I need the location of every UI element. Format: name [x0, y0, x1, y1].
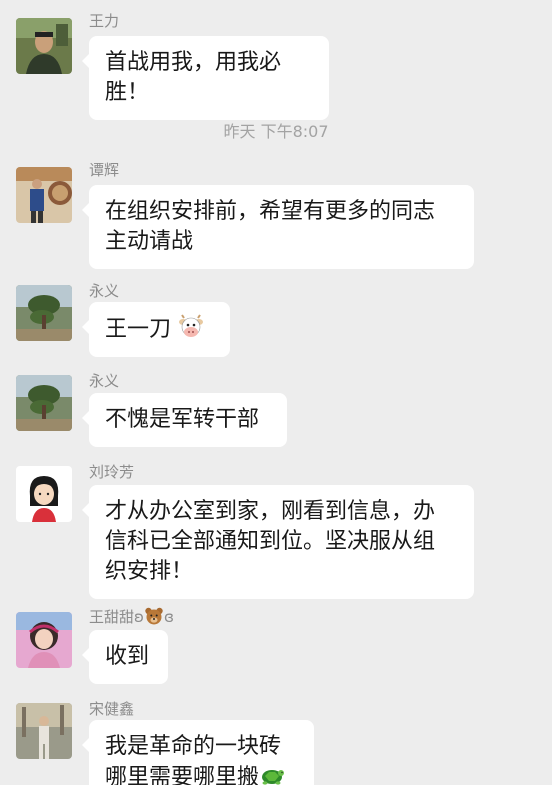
message-text: 哪里需要哪里搬	[105, 765, 260, 785]
sender-name-deco: ʚ	[134, 608, 144, 626]
timestamp: 昨天 下午8:07	[223, 122, 329, 141]
message-text: 织安排！	[105, 559, 194, 584]
message-text: 王一刀	[105, 317, 172, 342]
message-text: 首战用我，用我必胜！	[105, 50, 282, 105]
avatar[interactable]	[16, 612, 72, 668]
avatar[interactable]	[16, 703, 72, 759]
message-bubble[interactable]: 才从办公室到家，刚看到信息，办 信科已全部通知到位。坚决服从组 织安排！	[82, 485, 474, 599]
avatar[interactable]	[16, 167, 72, 223]
chat-window: 王力 首战用我，用我必胜！ 昨天 下午8:07 谭辉 在组织安排前，希望有更多的…	[0, 0, 552, 785]
sender-name-deco: ɞ	[163, 608, 174, 626]
message-text: 主动请战	[105, 229, 194, 254]
message-text: 收到	[105, 644, 150, 669]
sender-name: 王甜甜ʚ ɞ	[89, 606, 174, 626]
avatar[interactable]	[16, 375, 72, 431]
message-text: 才从办公室到家，刚看到信息，办	[105, 499, 436, 524]
message-bubble[interactable]: 收到	[82, 630, 168, 684]
sender-name-text: 王甜甜	[89, 608, 135, 626]
avatar[interactable]	[16, 285, 72, 341]
message-bubble[interactable]: 首战用我，用我必胜！	[82, 36, 329, 120]
sender-name: 谭辉	[89, 161, 120, 179]
message-text: 不愧是军转干部	[105, 407, 260, 432]
message-line: 哪里需要哪里搬	[105, 762, 298, 785]
message-bubble[interactable]: 王一刀	[82, 302, 230, 357]
avatar[interactable]	[16, 466, 72, 522]
message-text: 信科已全部通知到位。坚决服从组	[105, 529, 436, 554]
sender-name: 刘玲芳	[89, 463, 135, 481]
message-bubble[interactable]: 我是革命的一块砖 哪里需要哪里搬	[82, 720, 314, 785]
bear-face-icon	[144, 606, 164, 626]
turtle-icon	[259, 762, 285, 785]
message-bubble[interactable]: 在组织安排前，希望有更多的同志 主动请战	[82, 185, 474, 269]
sender-name: 宋健鑫	[89, 700, 135, 718]
avatar[interactable]	[16, 18, 72, 74]
message-text: 我是革命的一块砖	[105, 734, 282, 759]
sender-name: 王力	[89, 12, 120, 30]
sender-name: 永义	[89, 372, 120, 390]
message-bubble[interactable]: 不愧是军转干部	[82, 393, 287, 447]
cow-face-icon	[178, 314, 204, 340]
message-text: 在组织安排前，希望有更多的同志	[105, 199, 436, 224]
sender-name: 永义	[89, 282, 120, 300]
